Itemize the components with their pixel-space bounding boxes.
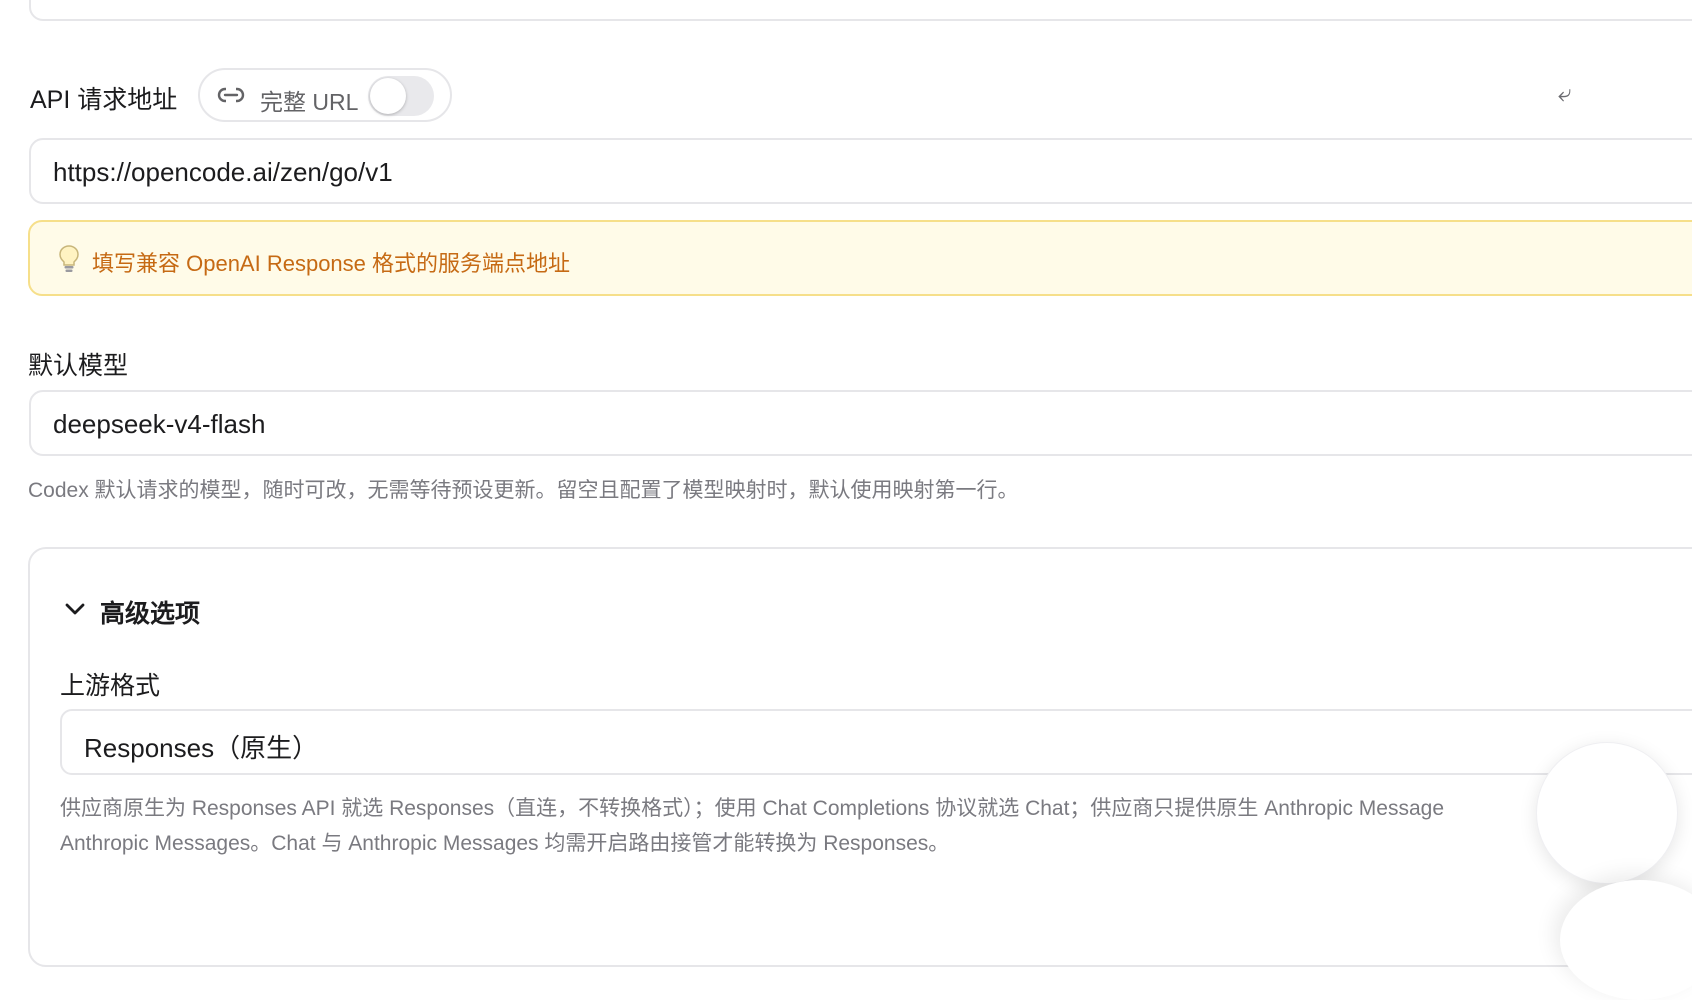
upstream-format-label: 上游格式 [60,672,161,700]
advanced-options-toggle[interactable]: 高级选项 [100,594,200,630]
lightbulb-icon [59,245,79,272]
api-url-hint-banner: 填写兼容 OpenAI Response 格式的服务端点地址 [28,220,1692,296]
full-url-toggle-pill[interactable]: 完整 URL [198,68,452,122]
api-url-input[interactable]: https://opencode.ai/zen/go/v1 [29,138,1692,204]
clipped-edge-glyph: ⤶ [1558,80,1572,107]
default-model-help: Codex 默认请求的模型，随时可改，无需等待预设更新。留空且配置了模型映射时，… [28,479,1019,502]
default-model-input[interactable]: deepseek-v4-flash [29,390,1692,456]
upstream-format-select[interactable]: Responses（原生） [60,709,1692,775]
api-url-hint-text: 填写兼容 OpenAI Response 格式的服务端点地址 [92,251,571,276]
floating-action-button[interactable] [1536,742,1678,884]
upstream-format-help-line-2: Anthropic Messages。Chat 与 Anthropic Mess… [60,832,950,855]
link-icon [217,87,245,103]
api-url-label: API 请求地址 [30,86,178,114]
full-url-toggle-switch[interactable] [368,76,434,116]
default-model-value: deepseek-v4-flash [53,409,266,439]
full-url-toggle-label: 完整 URL [260,89,359,115]
upstream-format-help-line-1: 供应商原生为 Responses API 就选 Responses（直连，不转换… [60,797,1445,820]
toggle-knob [370,78,406,114]
default-model-label: 默认模型 [28,352,129,380]
upstream-format-value: Responses（原生） [84,733,319,763]
api-url-value: https://opencode.ai/zen/go/v1 [53,157,393,187]
chevron-down-icon[interactable] [64,598,86,620]
previous-field-box[interactable] [29,0,1692,21]
